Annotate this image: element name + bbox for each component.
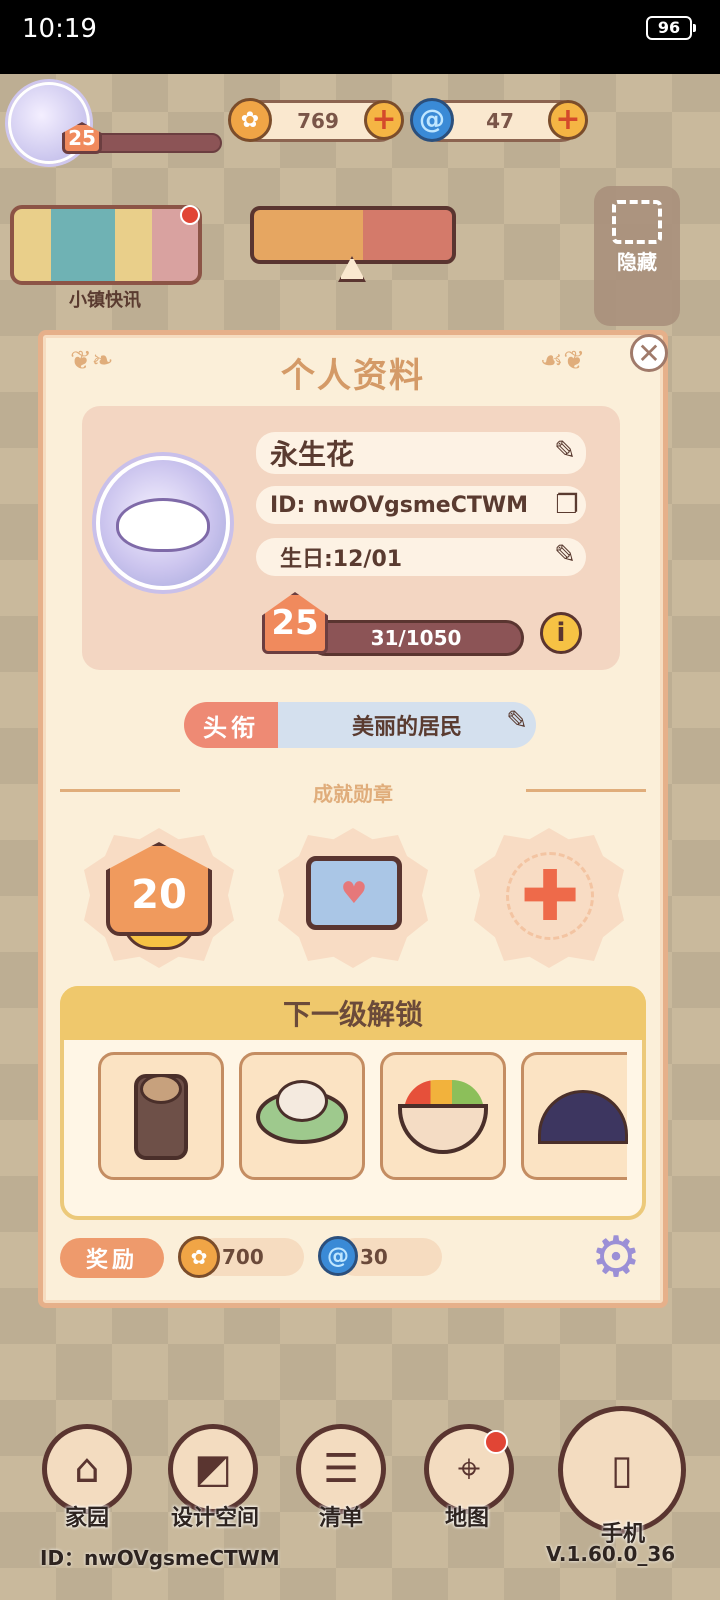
add-medal-plus-icon[interactable]: ✚ xyxy=(506,852,594,940)
profile-title: 个人资料 xyxy=(281,356,425,396)
notification-dot xyxy=(484,1430,508,1454)
pepper-shaker-cap-icon xyxy=(140,1074,182,1104)
settings-gear-icon[interactable]: ⚙ xyxy=(588,1230,644,1286)
status-bar: 10:19 96 xyxy=(0,0,720,74)
hide-ui-label[interactable]: 隐藏 xyxy=(594,246,680,275)
gem-swirl-icon: @ xyxy=(410,98,454,142)
name-field: 永生花 xyxy=(256,432,586,474)
battery-icon: 96 xyxy=(646,16,696,40)
reward-tag: 奖励 xyxy=(60,1238,164,1278)
version-label: V.1.60.0_36 xyxy=(546,1542,676,1566)
birthday-text: 生日:12/01 xyxy=(280,547,403,572)
honor-title-tag: 头衔 xyxy=(184,702,278,748)
honor-title-value: 美丽的居民 xyxy=(278,702,536,748)
divider-left xyxy=(60,789,180,792)
status-time: 10:19 xyxy=(22,14,97,44)
close-button[interactable]: ✕ xyxy=(630,334,668,372)
bowl-icon xyxy=(276,1080,328,1122)
nav-list-label[interactable]: 清单 xyxy=(294,1500,388,1532)
footer-player-id: ID：nwOVgsmeCTWM xyxy=(40,1546,280,1570)
edit-birthday-pencil-icon[interactable]: ✎ xyxy=(548,540,582,570)
copy-id-icon[interactable]: ❐ xyxy=(550,490,584,520)
hide-ui-icon[interactable] xyxy=(612,200,662,244)
whale-icon xyxy=(116,498,210,552)
nav-design-label[interactable]: 设计空间 xyxy=(160,1500,270,1532)
notification-dot xyxy=(180,205,200,225)
reward-gold-coin-icon: ✿ xyxy=(178,1236,220,1278)
player-id-field: ID: nwOVgsmeCTWM xyxy=(256,486,586,524)
nav-phone-button[interactable]: ▯ xyxy=(558,1406,686,1534)
town-news-label: 小镇快讯 xyxy=(69,290,141,311)
divider-right xyxy=(526,789,646,792)
info-button[interactable]: i xyxy=(540,612,582,654)
nav-map-label[interactable]: 地图 xyxy=(420,1500,514,1532)
edit-name-pencil-icon[interactable]: ✎ xyxy=(548,436,582,466)
edit-honor-pencil-icon[interactable]: ✎ xyxy=(500,706,534,736)
event-banner[interactable] xyxy=(250,206,456,264)
chat-heart-medal-icon: ♥ xyxy=(306,856,402,930)
achievements-label: 成就勋章 xyxy=(313,782,393,806)
xp-progress-bar: 31/1050 xyxy=(308,620,524,656)
reward-gem-icon: @ xyxy=(318,1236,358,1276)
gold-coin-icon: ✿ xyxy=(228,98,272,142)
nav-home-label[interactable]: 家园 xyxy=(40,1500,134,1532)
birthday-field: 生日:12/01 xyxy=(256,538,586,576)
add-gold-button[interactable]: + xyxy=(364,100,404,140)
town-news-button[interactable] xyxy=(10,205,202,285)
add-gems-button[interactable]: + xyxy=(548,100,588,140)
next-unlock-header: 下一级解锁 xyxy=(60,986,646,1040)
